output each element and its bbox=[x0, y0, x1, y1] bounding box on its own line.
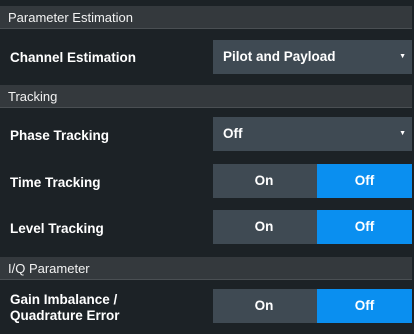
gain-imbalance-toggle[interactable]: On Off bbox=[213, 289, 412, 323]
section-header-tracking: Tracking bbox=[0, 85, 412, 108]
channel-estimation-label: Channel Estimation bbox=[10, 50, 137, 65]
phase-tracking-dropdown[interactable]: Off ▼ bbox=[213, 117, 412, 151]
settings-panel: Parameter Estimation Channel Estimation … bbox=[0, 0, 414, 334]
gain-imbalance-on-option[interactable]: On bbox=[213, 289, 315, 323]
level-tracking-on-option[interactable]: On bbox=[213, 210, 315, 244]
time-tracking-off-option[interactable]: Off bbox=[317, 164, 412, 198]
channel-estimation-value: Pilot and Payload bbox=[223, 49, 336, 64]
chevron-down-icon: ▼ bbox=[399, 53, 406, 60]
gain-imbalance-label: Gain Imbalance / Quadrature Error bbox=[10, 292, 120, 324]
phase-tracking-value: Off bbox=[223, 126, 243, 141]
level-tracking-label: Level Tracking bbox=[10, 221, 104, 236]
time-tracking-on-option[interactable]: On bbox=[213, 164, 315, 198]
section-header-parameter-estimation: Parameter Estimation bbox=[0, 6, 412, 29]
gain-imbalance-label-line1: Gain Imbalance / bbox=[10, 292, 118, 307]
section-header-iq-parameter: I/Q Parameter bbox=[0, 257, 412, 280]
level-tracking-toggle[interactable]: On Off bbox=[213, 210, 412, 244]
phase-tracking-label: Phase Tracking bbox=[10, 128, 110, 143]
time-tracking-label: Time Tracking bbox=[10, 175, 101, 190]
gain-imbalance-label-line2: Quadrature Error bbox=[10, 308, 120, 323]
channel-estimation-dropdown[interactable]: Pilot and Payload ▼ bbox=[213, 40, 412, 74]
level-tracking-off-option[interactable]: Off bbox=[317, 210, 412, 244]
time-tracking-toggle[interactable]: On Off bbox=[213, 164, 412, 198]
gain-imbalance-off-option[interactable]: Off bbox=[317, 289, 412, 323]
chevron-down-icon: ▼ bbox=[399, 130, 406, 137]
